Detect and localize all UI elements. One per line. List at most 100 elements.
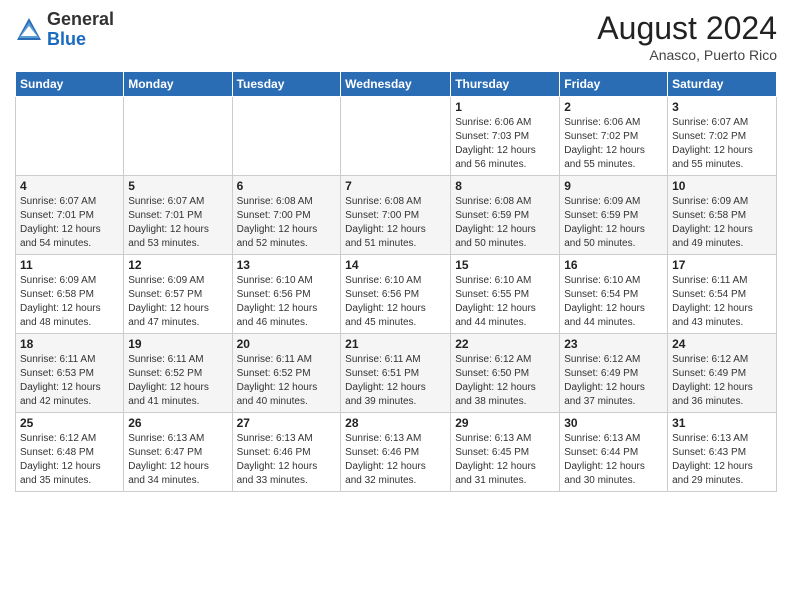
calendar-cell: 31Sunrise: 6:13 AM Sunset: 6:43 PM Dayli… [668, 413, 777, 492]
day-number: 25 [20, 416, 119, 430]
page: General Blue August 2024 Anasco, Puerto … [0, 0, 792, 612]
day-info: Sunrise: 6:12 AM Sunset: 6:48 PM Dayligh… [20, 432, 119, 488]
weekday-header-monday: Monday [124, 72, 232, 97]
location: Anasco, Puerto Rico [597, 47, 777, 63]
day-number: 17 [672, 258, 772, 272]
day-info: Sunrise: 6:13 AM Sunset: 6:47 PM Dayligh… [128, 432, 227, 488]
day-info: Sunrise: 6:11 AM Sunset: 6:52 PM Dayligh… [128, 353, 227, 409]
calendar-cell: 26 Sunrise: 6:13 AM Sunset: 6:47 PM Dayli… [124, 413, 232, 492]
calendar-cell: 8Sunrise: 6:08 AM Sunset: 6:59 PM Daylig… [451, 176, 560, 255]
calendar-cell: 11Sunrise: 6:09 AM Sunset: 6:58 PM Dayli… [16, 255, 124, 334]
calendar-cell: 6 Sunrise: 6:08 AM Sunset: 7:00 PM Daylig… [232, 176, 341, 255]
title-block: August 2024 Anasco, Puerto Rico [597, 10, 777, 63]
week-row-2: 11Sunrise: 6:09 AM Sunset: 6:58 PM Dayli… [16, 255, 777, 334]
day-info: Sunrise: 6:10 AM Sunset: 6:56 PM Dayligh… [237, 274, 337, 330]
day-info: Sunrise: 6:10 AM Sunset: 6:56 PM Dayligh… [345, 274, 446, 330]
day-info: Sunrise: 6:06 AM Sunset: 7:02 PM Dayligh… [564, 116, 663, 172]
calendar-cell: 25 Sunrise: 6:12 AM Sunset: 6:48 PM Dayli… [16, 413, 124, 492]
day-number: 21 [345, 337, 446, 351]
day-number: 23 [564, 337, 663, 351]
day-number: 8 [455, 179, 555, 193]
day-info: Sunrise: 6:13 AM Sunset: 6:44 PM Dayligh… [564, 432, 663, 488]
weekday-header-wednesday: Wednesday [341, 72, 451, 97]
logo-icon [15, 16, 43, 44]
calendar-cell: 27 Sunrise: 6:13 AM Sunset: 6:46 PM Dayli… [232, 413, 341, 492]
day-number: 3 [672, 100, 772, 114]
calendar-cell: 23 Sunrise: 6:12 AM Sunset: 6:49 PM Dayli… [560, 334, 668, 413]
day-info: Sunrise: 6:13 AM Sunset: 6:43 PM Dayligh… [672, 432, 772, 488]
day-number: 18 [20, 337, 119, 351]
day-number: 28 [345, 416, 446, 430]
week-row-1: 4 Sunrise: 6:07 AM Sunset: 7:01 PM Daylig… [16, 176, 777, 255]
day-info: Sunrise: 6:09 AM Sunset: 6:59 PM Dayligh… [564, 195, 663, 251]
logo: General Blue [15, 10, 114, 50]
day-info: Sunrise: 6:11 AM Sunset: 6:52 PM Dayligh… [237, 353, 337, 409]
calendar: SundayMondayTuesdayWednesdayThursdayFrid… [15, 71, 777, 492]
weekday-header-sunday: Sunday [16, 72, 124, 97]
day-info: Sunrise: 6:12 AM Sunset: 6:49 PM Dayligh… [564, 353, 663, 409]
logo-blue: Blue [47, 30, 114, 50]
day-number: 26 [128, 416, 227, 430]
weekday-header-friday: Friday [560, 72, 668, 97]
day-info: Sunrise: 6:13 AM Sunset: 6:46 PM Dayligh… [237, 432, 337, 488]
calendar-cell: 15 Sunrise: 6:10 AM Sunset: 6:55 PM Dayli… [451, 255, 560, 334]
day-number: 4 [20, 179, 119, 193]
calendar-cell: 22Sunrise: 6:12 AM Sunset: 6:50 PM Dayli… [451, 334, 560, 413]
day-info: Sunrise: 6:13 AM Sunset: 6:45 PM Dayligh… [455, 432, 555, 488]
calendar-cell: 21 Sunrise: 6:11 AM Sunset: 6:51 PM Dayli… [341, 334, 451, 413]
calendar-cell [341, 97, 451, 176]
day-number: 10 [672, 179, 772, 193]
calendar-cell: 2 Sunrise: 6:06 AM Sunset: 7:02 PM Daylig… [560, 97, 668, 176]
calendar-cell: 14Sunrise: 6:10 AM Sunset: 6:56 PM Dayli… [341, 255, 451, 334]
day-info: Sunrise: 6:13 AM Sunset: 6:46 PM Dayligh… [345, 432, 446, 488]
week-row-4: 25 Sunrise: 6:12 AM Sunset: 6:48 PM Dayli… [16, 413, 777, 492]
calendar-cell [232, 97, 341, 176]
day-info: Sunrise: 6:12 AM Sunset: 6:49 PM Dayligh… [672, 353, 772, 409]
day-number: 2 [564, 100, 663, 114]
day-number: 13 [237, 258, 337, 272]
day-number: 24 [672, 337, 772, 351]
day-info: Sunrise: 6:10 AM Sunset: 6:55 PM Dayligh… [455, 274, 555, 330]
day-number: 19 [128, 337, 227, 351]
calendar-cell: 20 Sunrise: 6:11 AM Sunset: 6:52 PM Dayli… [232, 334, 341, 413]
day-info: Sunrise: 6:12 AM Sunset: 6:50 PM Dayligh… [455, 353, 555, 409]
calendar-cell: 9Sunrise: 6:09 AM Sunset: 6:59 PM Daylig… [560, 176, 668, 255]
calendar-cell: 16Sunrise: 6:10 AM Sunset: 6:54 PM Dayli… [560, 255, 668, 334]
day-info: Sunrise: 6:11 AM Sunset: 6:54 PM Dayligh… [672, 274, 772, 330]
day-info: Sunrise: 6:07 AM Sunset: 7:02 PM Dayligh… [672, 116, 772, 172]
day-info: Sunrise: 6:09 AM Sunset: 6:57 PM Dayligh… [128, 274, 227, 330]
calendar-cell: 1Sunrise: 6:06 AM Sunset: 7:03 PM Daylig… [451, 97, 560, 176]
day-info: Sunrise: 6:09 AM Sunset: 6:58 PM Dayligh… [672, 195, 772, 251]
calendar-cell [124, 97, 232, 176]
day-number: 12 [128, 258, 227, 272]
day-info: Sunrise: 6:07 AM Sunset: 7:01 PM Dayligh… [20, 195, 119, 251]
day-number: 6 [237, 179, 337, 193]
day-number: 20 [237, 337, 337, 351]
day-info: Sunrise: 6:08 AM Sunset: 7:00 PM Dayligh… [345, 195, 446, 251]
day-number: 16 [564, 258, 663, 272]
day-info: Sunrise: 6:09 AM Sunset: 6:58 PM Dayligh… [20, 274, 119, 330]
weekday-header-thursday: Thursday [451, 72, 560, 97]
calendar-cell: 13 Sunrise: 6:10 AM Sunset: 6:56 PM Dayli… [232, 255, 341, 334]
day-info: Sunrise: 6:11 AM Sunset: 6:51 PM Dayligh… [345, 353, 446, 409]
calendar-cell: 17 Sunrise: 6:11 AM Sunset: 6:54 PM Dayli… [668, 255, 777, 334]
day-number: 15 [455, 258, 555, 272]
calendar-cell: 29Sunrise: 6:13 AM Sunset: 6:45 PM Dayli… [451, 413, 560, 492]
calendar-cell: 5 Sunrise: 6:07 AM Sunset: 7:01 PM Daylig… [124, 176, 232, 255]
header: General Blue August 2024 Anasco, Puerto … [15, 10, 777, 63]
calendar-cell: 10 Sunrise: 6:09 AM Sunset: 6:58 PM Dayli… [668, 176, 777, 255]
day-number: 5 [128, 179, 227, 193]
week-row-0: 1Sunrise: 6:06 AM Sunset: 7:03 PM Daylig… [16, 97, 777, 176]
calendar-cell: 24 Sunrise: 6:12 AM Sunset: 6:49 PM Dayli… [668, 334, 777, 413]
day-info: Sunrise: 6:07 AM Sunset: 7:01 PM Dayligh… [128, 195, 227, 251]
week-row-3: 18 Sunrise: 6:11 AM Sunset: 6:53 PM Dayli… [16, 334, 777, 413]
calendar-cell: 18 Sunrise: 6:11 AM Sunset: 6:53 PM Dayli… [16, 334, 124, 413]
day-info: Sunrise: 6:11 AM Sunset: 6:53 PM Dayligh… [20, 353, 119, 409]
day-number: 7 [345, 179, 446, 193]
calendar-cell: 28 Sunrise: 6:13 AM Sunset: 6:46 PM Dayli… [341, 413, 451, 492]
logo-general: General [47, 10, 114, 30]
logo-text: General Blue [47, 10, 114, 50]
day-info: Sunrise: 6:08 AM Sunset: 7:00 PM Dayligh… [237, 195, 337, 251]
day-number: 1 [455, 100, 555, 114]
day-number: 27 [237, 416, 337, 430]
